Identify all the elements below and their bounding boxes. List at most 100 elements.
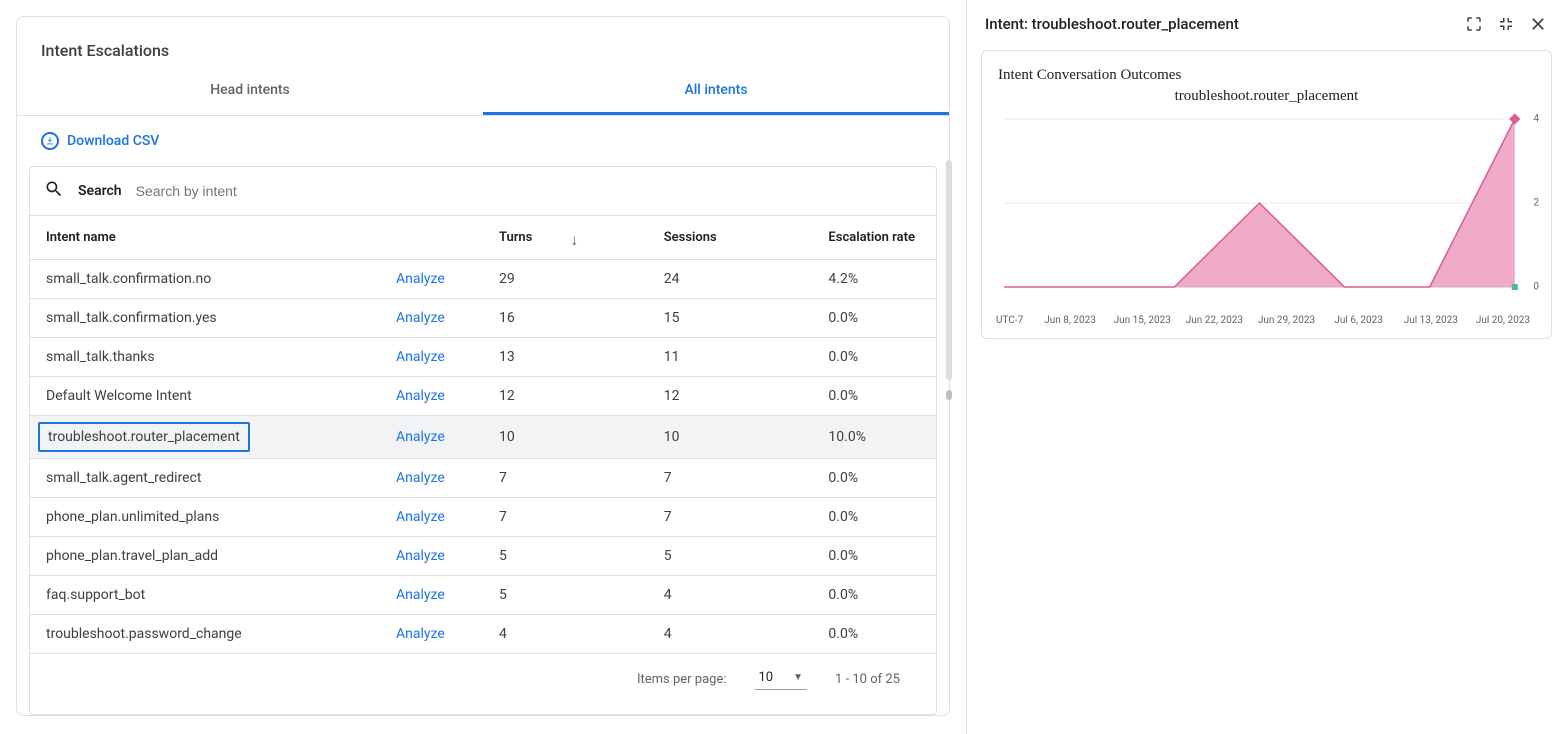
- intent-name: troubleshoot.router_placement: [38, 422, 250, 452]
- escalation-value: 4.2%: [812, 260, 936, 299]
- detail-title: Intent: troubleshoot.router_placement: [985, 15, 1452, 33]
- x-tick-label: Jun 29, 2023: [1250, 315, 1322, 326]
- sessions-value: 12: [648, 377, 813, 416]
- download-csv-label: Download CSV: [67, 133, 159, 149]
- table-row[interactable]: Default Welcome IntentAnalyze12120.0%: [30, 377, 936, 416]
- chart-area: 024: [994, 113, 1539, 313]
- sessions-value: 7: [648, 498, 813, 537]
- intent-table: Intent name Turns ↓ Sessions Escalation …: [29, 215, 937, 715]
- sessions-value: 15: [648, 299, 813, 338]
- page-size-select[interactable]: 10 ▼: [755, 668, 808, 690]
- table-row[interactable]: faq.support_botAnalyze540.0%: [30, 576, 936, 615]
- analyze-link[interactable]: Analyze: [396, 310, 445, 326]
- turns-value: 5: [483, 537, 648, 576]
- tab-all-intents[interactable]: All intents: [483, 68, 949, 115]
- search-label: Search: [78, 183, 122, 199]
- chart-card: Intent Conversation Outcomes troubleshoo…: [981, 50, 1552, 339]
- intent-name: small_talk.confirmation.no: [46, 271, 211, 287]
- analyze-link[interactable]: Analyze: [396, 271, 445, 287]
- detail-panel: Intent: troubleshoot.router_placement In…: [966, 0, 1566, 734]
- turns-value: 7: [483, 498, 648, 537]
- intent-name: troubleshoot.password_change: [46, 626, 242, 642]
- intent-name: small_talk.confirmation.yes: [46, 310, 217, 326]
- fullscreen-icon[interactable]: [1464, 14, 1484, 34]
- sessions-value: 10: [648, 416, 813, 459]
- area-chart: [994, 113, 1539, 293]
- x-axis: UTC-7Jun 8, 2023Jun 15, 2023Jun 22, 2023…: [994, 313, 1539, 326]
- close-icon[interactable]: [1528, 14, 1548, 34]
- analyze-link[interactable]: Analyze: [396, 548, 445, 564]
- x-tick-label: Jul 6, 2023: [1323, 315, 1395, 326]
- turns-value: 10: [483, 416, 648, 459]
- escalation-value: 0.0%: [812, 576, 936, 615]
- pagination: Items per page: 10 ▼ 1 - 10 of 25: [30, 654, 936, 704]
- table-row[interactable]: troubleshoot.router_placementAnalyze1010…: [30, 416, 936, 459]
- sessions-value: 7: [648, 459, 813, 498]
- escalation-value: 0.0%: [812, 498, 936, 537]
- x-tick-label: Jun 15, 2023: [1106, 315, 1178, 326]
- items-per-page-label: Items per page:: [637, 672, 727, 687]
- intent-name: phone_plan.unlimited_plans: [46, 509, 219, 525]
- analyze-link[interactable]: Analyze: [396, 429, 445, 445]
- analyze-link[interactable]: Analyze: [396, 587, 445, 603]
- column-turns-label: Turns: [499, 230, 532, 245]
- turns-value: 13: [483, 338, 648, 377]
- escalation-value: 0.0%: [812, 338, 936, 377]
- tabs: Head intents All intents: [17, 68, 949, 116]
- scrollbar-thumb[interactable]: [946, 390, 952, 400]
- download-csv-link[interactable]: Download CSV: [17, 116, 949, 158]
- x-tick-label: Jun 8, 2023: [1034, 315, 1106, 326]
- analyze-link[interactable]: Analyze: [396, 349, 445, 365]
- turns-value: 12: [483, 377, 648, 416]
- table-row[interactable]: small_talk.confirmation.noAnalyze29244.2…: [30, 260, 936, 299]
- analyze-link[interactable]: Analyze: [396, 470, 445, 486]
- escalation-value: 0.0%: [812, 537, 936, 576]
- column-intent-name[interactable]: Intent name: [30, 216, 380, 260]
- download-icon: [41, 132, 59, 150]
- intent-escalations-card: Intent Escalations Head intents All inte…: [16, 16, 950, 716]
- y-tick-label: 4: [1533, 114, 1539, 125]
- caret-down-icon: ▼: [793, 672, 803, 683]
- exit-fullscreen-icon[interactable]: [1496, 14, 1516, 34]
- x-tick-label: Jun 22, 2023: [1178, 315, 1250, 326]
- column-escalation-rate[interactable]: Escalation rate: [812, 216, 936, 260]
- table-row[interactable]: troubleshoot.password_changeAnalyze440.0…: [30, 615, 936, 654]
- turns-value: 29: [483, 260, 648, 299]
- intent-name: small_talk.agent_redirect: [46, 470, 201, 486]
- search-icon: [44, 179, 64, 203]
- table-row[interactable]: phone_plan.travel_plan_addAnalyze550.0%: [30, 537, 936, 576]
- turns-value: 4: [483, 615, 648, 654]
- y-tick-label: 2: [1533, 198, 1539, 209]
- sessions-value: 4: [648, 615, 813, 654]
- pagination-range: 1 - 10 of 25: [835, 672, 900, 687]
- table-row[interactable]: phone_plan.unlimited_plansAnalyze770.0%: [30, 498, 936, 537]
- x-tick-label: Jul 13, 2023: [1395, 315, 1467, 326]
- card-title: Intent Escalations: [17, 17, 949, 68]
- chart-title: Intent Conversation Outcomes: [994, 67, 1539, 84]
- chart-subtitle: troubleshoot.router_placement: [994, 88, 1539, 105]
- sessions-value: 5: [648, 537, 813, 576]
- tab-head-intents[interactable]: Head intents: [17, 68, 483, 115]
- escalation-value: 10.0%: [812, 416, 936, 459]
- escalation-value: 0.0%: [812, 459, 936, 498]
- table-row[interactable]: small_talk.agent_redirectAnalyze770.0%: [30, 459, 936, 498]
- x-tick-label: Jul 20, 2023: [1467, 315, 1539, 326]
- analyze-link[interactable]: Analyze: [396, 388, 445, 404]
- analyze-link[interactable]: Analyze: [396, 626, 445, 642]
- column-turns[interactable]: Turns ↓: [483, 216, 648, 260]
- analyze-link[interactable]: Analyze: [396, 509, 445, 525]
- table-row[interactable]: small_talk.confirmation.yesAnalyze16150.…: [30, 299, 936, 338]
- search-input[interactable]: [136, 183, 922, 199]
- sort-descending-icon: ↓: [570, 230, 578, 250]
- intent-name: small_talk.thanks: [46, 349, 155, 365]
- turns-value: 16: [483, 299, 648, 338]
- table-row[interactable]: small_talk.thanksAnalyze13110.0%: [30, 338, 936, 377]
- search-bar: Search: [29, 166, 937, 215]
- intent-name: phone_plan.travel_plan_add: [46, 548, 218, 564]
- column-sessions[interactable]: Sessions: [648, 216, 813, 260]
- escalation-value: 0.0%: [812, 615, 936, 654]
- sessions-value: 4: [648, 576, 813, 615]
- scrollbar[interactable]: [946, 160, 952, 380]
- intent-name: faq.support_bot: [46, 587, 145, 603]
- column-action: [380, 216, 483, 260]
